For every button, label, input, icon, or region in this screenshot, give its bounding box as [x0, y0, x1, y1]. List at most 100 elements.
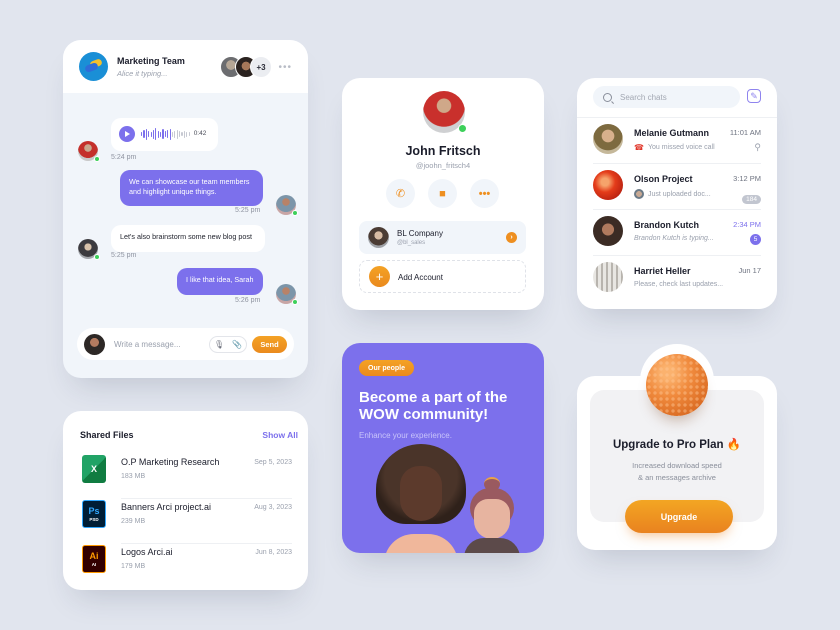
waveform-bar: [164, 131, 166, 137]
user-avatar: [84, 333, 105, 355]
show-all-link[interactable]: Show All: [262, 430, 298, 440]
profile-handle: @joohn_fritsch4: [415, 161, 471, 170]
sphere-illustration: [646, 354, 708, 416]
send-button[interactable]: Send: [252, 335, 287, 353]
typing-status: Alice it typing...: [117, 68, 168, 78]
plus-icon: +: [369, 266, 390, 287]
avatar: [593, 262, 623, 292]
online-indicator: [292, 210, 298, 216]
message-time: 5:25 pm: [235, 207, 261, 214]
chat-list-card: Search chats ✎ Melanie Gutmann ☎ You miss…: [577, 78, 777, 309]
play-icon[interactable]: [119, 126, 135, 142]
illustrator-icon: Ai AI: [82, 545, 106, 573]
message-time: 11:01 AM: [729, 128, 761, 137]
waveform-bar: [152, 129, 155, 139]
avatar: [78, 239, 100, 260]
voice-duration: 0:42: [193, 130, 207, 137]
promo-subtitle: Enhance your experience.: [359, 431, 452, 440]
file-name: Banners Arci project.ai: [121, 502, 212, 512]
message-bubble: We can showcase our team members and hig…: [120, 170, 263, 206]
voice-message: 0:42: [111, 118, 218, 151]
attachment-icon[interactable]: 📎: [232, 340, 242, 349]
add-account-label: Add Account: [398, 273, 443, 282]
excel-icon: X: [82, 455, 106, 483]
more-members-count[interactable]: +3: [250, 56, 272, 78]
avatar: [593, 124, 623, 154]
waveform-bar: [186, 131, 188, 137]
chat-list-item[interactable]: Melanie Gutmann ☎ You missed voice call 1…: [593, 118, 761, 164]
video-icon: ■: [439, 187, 446, 200]
file-size: 239 MB: [121, 518, 146, 525]
waveform-bar: [143, 130, 145, 138]
contact-name: Brandon Kutch: [634, 220, 699, 230]
account-name: BL Company: [397, 229, 443, 238]
call-button[interactable]: ✆: [386, 179, 415, 208]
waveform-bar: [181, 132, 183, 136]
waveform-bar: [157, 130, 159, 138]
member-avatars[interactable]: +3: [220, 56, 272, 78]
file-item[interactable]: X O.P Marketing Research 183 MB Sep 5, 2…: [80, 455, 292, 500]
microphone-icon[interactable]: 🎙: [214, 340, 224, 349]
avatar: [276, 284, 298, 305]
sender-avatar: [634, 189, 644, 199]
online-indicator: [292, 299, 298, 305]
more-options-icon[interactable]: •••: [278, 62, 292, 73]
promo-title: Become a part of the WOW community!: [359, 389, 508, 423]
profile-name: John Fritsch: [405, 144, 481, 158]
contact-name: Harriet Heller: [634, 266, 691, 276]
chat-list-item[interactable]: Harriet Heller Please, check last update…: [593, 256, 761, 302]
waveform-bar: [150, 131, 152, 137]
typing-preview: Brandon Kutch is typing...: [634, 235, 714, 242]
message-preview: Please, check last updates...: [634, 281, 724, 288]
waveform-bar: [160, 131, 162, 137]
waveform-bar: [179, 131, 181, 137]
community-promo-card[interactable]: Our people Become a part of the WOW comm…: [342, 343, 544, 553]
compose-icon[interactable]: ✎: [747, 89, 761, 103]
waveform: [141, 127, 190, 141]
file-item[interactable]: Ps PSD Banners Arci project.ai 239 MB Aug…: [80, 500, 292, 545]
message-preview: Just uploaded doc...: [634, 189, 711, 199]
add-account-button[interactable]: + Add Account: [359, 260, 526, 293]
section-title: Shared Files: [80, 430, 134, 440]
contact-name: Olson Project: [634, 174, 693, 184]
contact-name: Melanie Gutmann: [634, 128, 710, 138]
upgrade-card: Upgrade to Pro Plan 🔥 Increased download…: [577, 344, 777, 550]
online-indicator: [94, 254, 100, 260]
more-icon: •••: [478, 187, 491, 200]
shared-files-card: Shared Files Show All X O.P Marketing Re…: [63, 411, 308, 590]
file-item[interactable]: Ai AI Logos Arci.ai 179 MB Jun 8, 2023: [80, 545, 292, 590]
file-date: Aug 3, 2023: [254, 504, 292, 511]
online-indicator: [94, 156, 100, 162]
search-input[interactable]: Search chats: [593, 86, 740, 108]
divider: [121, 498, 292, 499]
file-date: Jun 8, 2023: [255, 549, 292, 556]
profile-card: John Fritsch @joohn_fritsch4 ✆ ■ ••• BL …: [342, 78, 544, 310]
chat-title: Marketing Team: [117, 55, 185, 66]
group-chat-card: Marketing Team Alice it typing... +3 •••…: [63, 40, 308, 378]
avatar: [593, 216, 623, 246]
avatar: [78, 141, 100, 162]
chat-list-item[interactable]: Olson Project Just uploaded doc... 3:12 …: [593, 164, 761, 210]
message-composer: Write a message... 🎙 📎 Send: [77, 328, 294, 360]
more-button[interactable]: •••: [470, 179, 499, 208]
message-input[interactable]: Write a message...: [114, 340, 209, 349]
waveform-bar: [171, 131, 174, 137]
file-date: Sep 5, 2023: [254, 459, 292, 466]
chat-list-item[interactable]: Brandon Kutch Brandon Kutch is typing...…: [593, 210, 761, 256]
waveform-bar: [155, 128, 157, 140]
chevron-right-icon[interactable]: ›: [506, 232, 517, 243]
linked-account[interactable]: BL Company @bl_sales ›: [359, 221, 526, 254]
upgrade-button[interactable]: Upgrade: [625, 500, 733, 533]
pin-icon[interactable]: ⚲: [754, 142, 761, 153]
divider: [121, 543, 292, 544]
file-name: Logos Arci.ai: [121, 547, 173, 557]
account-handle: @bl_sales: [397, 240, 426, 246]
video-call-button[interactable]: ■: [428, 179, 457, 208]
missed-call-icon: ☎: [634, 143, 644, 152]
team-logo: [79, 52, 108, 81]
composer-tools: 🎙 📎: [209, 335, 247, 353]
person-illustration: [376, 444, 466, 553]
avatar: [276, 195, 298, 216]
person-illustration: [462, 477, 522, 553]
unread-badge: 5: [750, 234, 761, 245]
